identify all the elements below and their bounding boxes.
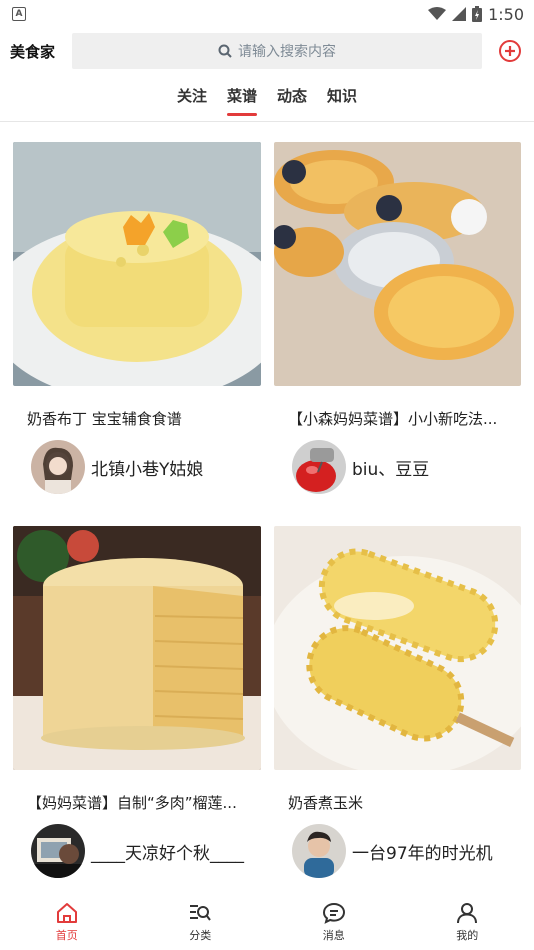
nav-category[interactable]: 分类 (134, 894, 268, 950)
signal-icon (452, 7, 467, 21)
status-bar: A 1:50 (0, 0, 534, 28)
status-icons: 1:50 (428, 5, 524, 24)
recipe-title[interactable]: 【小森妈妈菜谱】小小新吃法... (274, 386, 521, 432)
tab-follow[interactable]: 关注 (177, 85, 207, 110)
avatar[interactable] (31, 440, 85, 494)
wifi-icon (428, 7, 447, 20)
category-search-icon (190, 905, 212, 921)
header: 美食家 请输入搜索内容 (0, 28, 534, 74)
search-icon (218, 44, 232, 58)
recipe-card[interactable]: 奶香煮玉米 一台97年的时光机 (274, 526, 521, 910)
recipe-image-corn[interactable] (274, 526, 521, 770)
battery-icon (472, 6, 483, 22)
author-row[interactable]: 一台97年的时光机 (274, 816, 521, 878)
bottom-nav: 首页 分类 消息 我的 (0, 894, 534, 950)
profile-icon (457, 903, 478, 924)
author-row[interactable]: ____天凉好个秋____ (13, 816, 261, 878)
notification-a-icon: A (12, 7, 26, 21)
nav-profile-label: 我的 (456, 929, 479, 942)
home-icon (56, 903, 77, 923)
recipe-grid: 奶香布丁 宝宝辅食食谱 北镇小巷Y姑娘 【小森妈妈菜谱】小小新吃法... biu… (0, 122, 534, 910)
nav-home-label: 首页 (55, 929, 78, 942)
recipe-title[interactable]: 奶香煮玉米 (274, 770, 521, 816)
app-title: 美食家 (10, 42, 56, 61)
nav-profile[interactable]: 我的 (401, 894, 534, 950)
nav-category-label: 分类 (189, 929, 212, 942)
tab-feed[interactable]: 动态 (277, 85, 307, 110)
author-name[interactable]: biu、豆豆 (352, 455, 429, 480)
tab-knowledge[interactable]: 知识 (327, 85, 357, 110)
author-row[interactable]: biu、豆豆 (274, 432, 521, 494)
status-time: 1:50 (488, 4, 524, 24)
author-name[interactable]: 北镇小巷Y姑娘 (91, 455, 203, 480)
nav-messages[interactable]: 消息 (267, 894, 401, 950)
avatar[interactable] (31, 824, 85, 878)
nav-home[interactable]: 首页 (0, 894, 134, 950)
recipe-image-pudding[interactable] (13, 142, 261, 386)
recipe-image-crepe-cake[interactable] (13, 526, 261, 770)
message-icon (322, 902, 345, 924)
recipe-card[interactable]: 奶香布丁 宝宝辅食食谱 北镇小巷Y姑娘 (13, 142, 261, 526)
tab-bar: 关注 菜谱 动态 知识 (0, 74, 534, 122)
recipe-card[interactable]: 【小森妈妈菜谱】小小新吃法... biu、豆豆 (274, 142, 521, 526)
avatar[interactable] (292, 440, 346, 494)
avatar[interactable] (292, 824, 346, 878)
search-input[interactable]: 请输入搜索内容 (72, 33, 482, 69)
nav-messages-label: 消息 (322, 929, 345, 942)
recipe-title[interactable]: 【妈妈菜谱】自制“多肉”榴莲... (13, 770, 261, 816)
author-name[interactable]: 一台97年的时光机 (352, 839, 493, 864)
recipe-title[interactable]: 奶香布丁 宝宝辅食食谱 (13, 386, 261, 432)
recipe-image-egg-tart[interactable] (274, 142, 521, 386)
author-name[interactable]: ____天凉好个秋____ (91, 839, 244, 864)
add-circle-icon[interactable] (498, 39, 522, 63)
search-placeholder: 请输入搜索内容 (238, 44, 336, 60)
tab-recipes[interactable]: 菜谱 (226, 85, 258, 116)
author-row[interactable]: 北镇小巷Y姑娘 (13, 432, 261, 494)
recipe-card[interactable]: 【妈妈菜谱】自制“多肉”榴莲... ____天凉好个秋____ (13, 526, 261, 910)
